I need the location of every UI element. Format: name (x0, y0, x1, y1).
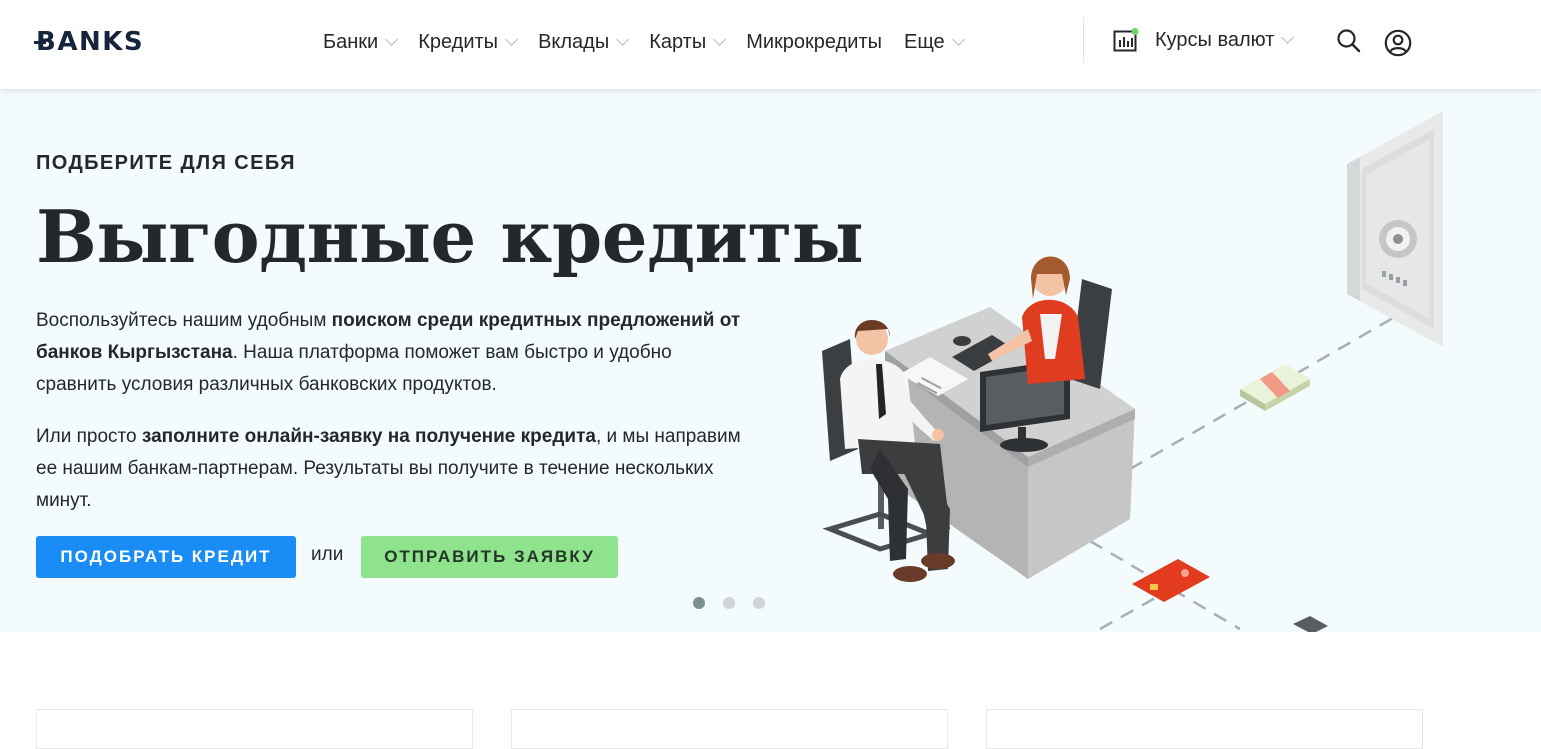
nav-item-label: Микрокредиты (746, 30, 882, 53)
hero-application-text: Или просто заполните онлайн-заявку на по… (36, 421, 756, 517)
text-fragment: Воспользуйтесь нашим удобным (36, 310, 332, 331)
page-title: Выгодные кредиты (36, 194, 864, 279)
hero-banner: ПОДБЕРИТЕ ДЛЯ СЕБЯ Выгодные кредиты Восп… (0, 89, 1541, 632)
feature-card[interactable] (36, 709, 473, 749)
nav-item-cards[interactable]: Карты (649, 30, 727, 54)
site-header: BANKS Банки Кредиты Вклады Карты Микрокр… (0, 0, 1541, 89)
search-icon[interactable] (1336, 28, 1362, 54)
chart-icon (1113, 28, 1139, 52)
nav-item-label: Еще (903, 30, 945, 53)
nav-item-label: Вклады (538, 30, 610, 53)
or-label: или (311, 544, 344, 565)
bank-office-illustration (822, 111, 1443, 632)
chevron-down-icon (385, 33, 399, 46)
nav-divider (1083, 17, 1084, 63)
find-credit-button[interactable]: ПОДОБРАТЬ КРЕДИТ (36, 536, 296, 578)
slider-pagination (693, 597, 783, 609)
nav-item-banks[interactable]: Банки (323, 30, 399, 54)
nav-item-label: Кредиты (418, 30, 499, 53)
chevron-down-icon (1281, 31, 1295, 44)
nav-item-deposits[interactable]: Вклады (538, 30, 630, 54)
currency-rates-label: Курсы валют (1155, 28, 1275, 51)
safe-icon (1347, 111, 1443, 347)
feature-card[interactable] (511, 709, 948, 749)
credit-card-icon (1132, 559, 1210, 602)
user-icon[interactable] (1384, 29, 1412, 57)
logo-strike (34, 41, 46, 44)
feature-card[interactable] (986, 709, 1423, 749)
slider-dot[interactable] (723, 597, 735, 609)
text-highlight: заполните онлайн-заявку на получение кре… (141, 426, 596, 447)
chevron-down-icon (505, 33, 518, 46)
text-fragment: Или просто (36, 426, 142, 447)
send-application-button[interactable]: ОТПРАВИТЬ ЗАЯВКУ (361, 536, 618, 578)
nav-item-more[interactable]: Еще (903, 30, 965, 54)
slider-dot[interactable] (753, 597, 765, 609)
nav-item-label: Карты (649, 30, 707, 53)
logo-text: BANKS (36, 27, 145, 57)
chevron-down-icon (713, 33, 727, 46)
nav-item-credits[interactable]: Кредиты (418, 30, 518, 54)
logo[interactable]: BANKS (34, 27, 145, 57)
hero-description: Воспользуйтесь нашим удобным поиском сре… (36, 305, 756, 401)
nav-item-label: Банки (323, 30, 379, 53)
slider-dot[interactable] (693, 597, 705, 609)
hero-kicker: ПОДБЕРИТЕ ДЛЯ СЕБЯ (36, 152, 296, 174)
chevron-down-icon (951, 33, 965, 46)
currency-rates-menu[interactable]: Курсы валют (1113, 28, 1295, 52)
nav-item-microcredits[interactable]: Микрокредиты (746, 31, 882, 54)
chevron-down-icon (616, 33, 630, 46)
main-nav: Банки Кредиты Вклады Карты Микрокредиты … (323, 28, 985, 56)
